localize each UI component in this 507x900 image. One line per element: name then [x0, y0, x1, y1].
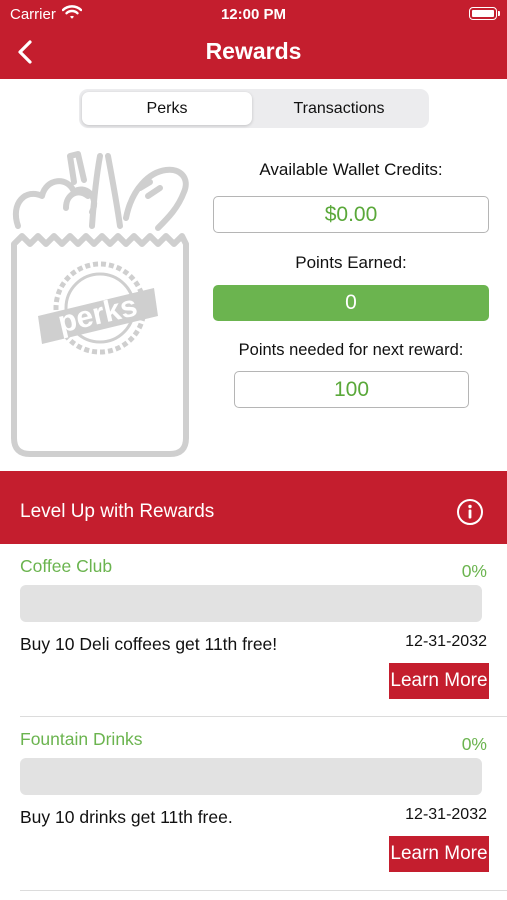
reward-percent: 0% — [461, 561, 487, 581]
reward-name: Fountain Drinks — [20, 729, 143, 749]
level-up-title: Level Up with Rewards — [20, 501, 215, 522]
reward-description: Buy 10 Deli coffees get 11th free! — [20, 634, 278, 654]
info-icon[interactable] — [456, 498, 484, 526]
learn-more-button[interactable]: Learn More — [389, 663, 489, 699]
status-time: 12:00 PM — [220, 6, 287, 23]
reward-percent: 0% — [461, 734, 487, 754]
points-earned-label: Points Earned: — [295, 253, 407, 272]
tab-switcher: Perks Transactions — [79, 89, 429, 128]
points-needed-label: Points needed for next reward: — [238, 341, 464, 359]
learn-more-button[interactable]: Learn More — [389, 836, 489, 872]
reward-description: Buy 10 drinks get 11th free. — [20, 807, 233, 827]
reward-progress-bar — [20, 585, 482, 622]
status-bar: Carrier 12:00 PM — [0, 0, 507, 28]
reward-expiry-date: 12-31-2032 — [405, 806, 487, 823]
reward-expiry-date: 12-31-2032 — [405, 633, 487, 650]
perks-bag-illustration: perks — [11, 151, 189, 457]
reward-name: Coffee Club — [20, 556, 113, 576]
reward-progress-bar — [20, 758, 482, 795]
points-earned-value: 0 — [213, 285, 489, 321]
page-title: Rewards — [205, 38, 302, 64]
tab-transactions[interactable]: Transactions — [252, 92, 426, 125]
wallet-credits-value: $0.00 — [213, 196, 489, 233]
wallet-credits-label: Available Wallet Credits: — [259, 160, 443, 179]
battery-icon — [469, 7, 500, 20]
list-divider — [20, 890, 507, 891]
tab-perks[interactable]: Perks — [82, 92, 252, 125]
points-needed-value: 100 — [234, 371, 469, 408]
level-up-banner: Level Up with Rewards — [0, 471, 507, 544]
list-divider — [20, 716, 507, 717]
